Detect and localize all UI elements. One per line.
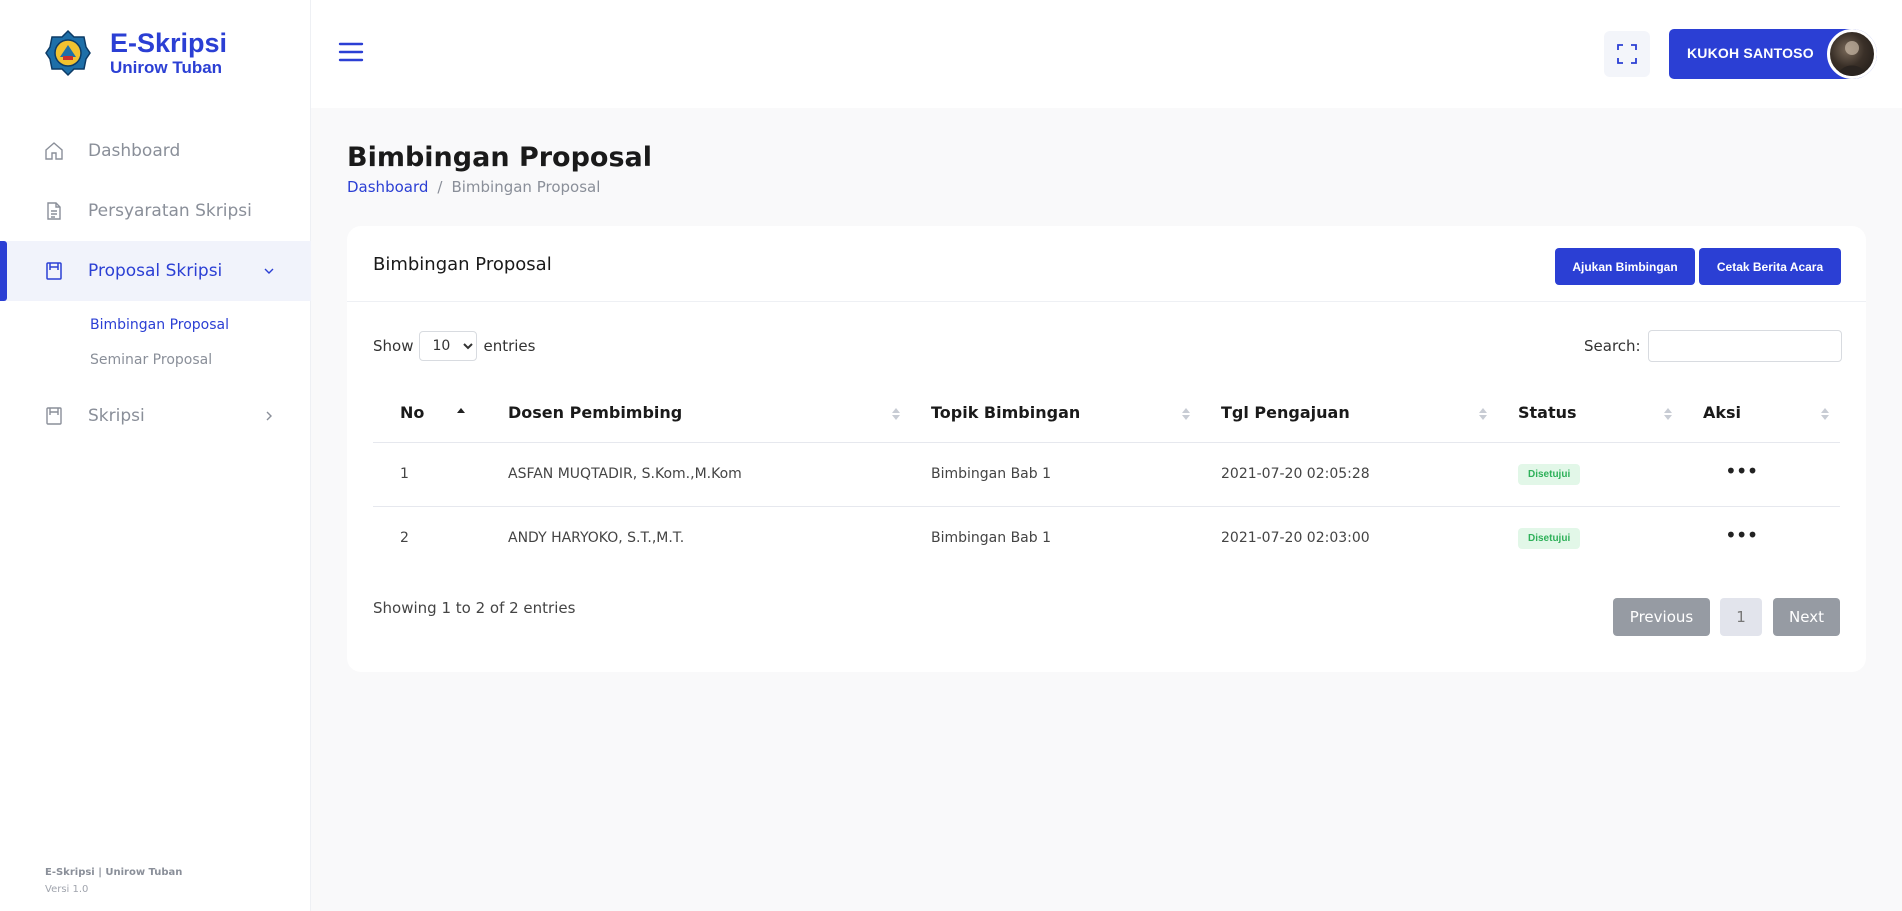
- brand-title: E-Skripsi: [110, 28, 228, 58]
- brand[interactable]: E-Skripsi Unirow Tuban: [44, 28, 227, 78]
- sidebar-item-label: Proposal Skripsi: [88, 261, 223, 281]
- column-header-tgl[interactable]: Tgl Pengajuan: [1201, 384, 1498, 443]
- sidebar-subitem-bimbingan-proposal[interactable]: Bimbingan Proposal: [90, 317, 229, 333]
- breadcrumb: Dashboard / Bimbingan Proposal: [347, 178, 600, 196]
- sidebar-item-skripsi[interactable]: Skripsi: [0, 386, 311, 446]
- fullscreen-button[interactable]: [1604, 31, 1650, 77]
- footer-version: Versi 1.0: [45, 884, 89, 895]
- page-title: Bimbingan Proposal: [347, 142, 653, 173]
- status-badge: Disetujui: [1518, 463, 1581, 485]
- brand-subtitle: Unirow Tuban: [110, 58, 223, 77]
- column-header-dosen[interactable]: Dosen Pembimbing: [488, 384, 911, 443]
- column-header-aksi[interactable]: Aksi: [1683, 384, 1840, 443]
- avatar: [1827, 29, 1877, 79]
- cell-tgl: 2021-07-20 02:03:00: [1221, 530, 1370, 547]
- footer-app-name: E-Skripsi | Unirow Tuban: [45, 867, 183, 878]
- sort-icon: [1182, 408, 1190, 420]
- column-header-label: Topik Bimbingan: [931, 403, 1081, 423]
- column-header-label: No: [400, 403, 425, 423]
- sidebar-item-label: Dashboard: [88, 141, 181, 161]
- card-header: Bimbingan Proposal Ajukan Bimbingan Ceta…: [347, 226, 1866, 302]
- column-header-label: Aksi: [1703, 403, 1742, 423]
- home-icon: [45, 142, 63, 160]
- search-label: Search:: [1584, 337, 1641, 355]
- document-icon: [47, 202, 61, 220]
- university-logo: [45, 29, 91, 77]
- user-name: KUKOH SANTOSO: [1687, 45, 1814, 61]
- breadcrumb-separator: /: [437, 178, 443, 196]
- show-label: Show: [373, 337, 414, 355]
- cell-topik: Bimbingan Bab 1: [911, 442, 1201, 507]
- chevron-right-icon: [266, 411, 272, 421]
- sidebar-subitem-seminar-proposal[interactable]: Seminar Proposal: [90, 352, 212, 368]
- cell-no: 2: [400, 530, 409, 547]
- card-title: Bimbingan Proposal: [373, 254, 552, 275]
- cetak-berita-acara-button[interactable]: Cetak Berita Acara: [1699, 248, 1841, 285]
- column-header-topik[interactable]: Topik Bimbingan: [911, 384, 1201, 443]
- table-row: 2 ANDY HARYOKO, S.T.,M.T. Bimbingan Bab …: [373, 506, 1840, 570]
- pagination-previous-button[interactable]: Previous: [1613, 598, 1710, 636]
- topbar: KUKOH SANTOSO: [311, 0, 1902, 108]
- entries-label: entries: [483, 337, 536, 355]
- sidebar-item-label: Persyaratan Skripsi: [88, 201, 252, 221]
- table-info: Showing 1 to 2 of 2 entries: [373, 599, 576, 617]
- search-control: Search:: [1584, 330, 1842, 362]
- breadcrumb-home-link[interactable]: Dashboard: [347, 178, 428, 196]
- book-icon: [46, 407, 62, 425]
- cell-no: 1: [373, 442, 488, 507]
- column-header-label: Dosen Pembimbing: [508, 403, 683, 423]
- bimbingan-table: No Dosen Pembimbing Topik Bimbingan Tgl …: [373, 384, 1840, 570]
- cell-topik: Bimbingan Bab 1: [931, 530, 1051, 547]
- fullscreen-icon: [1617, 44, 1637, 64]
- page-length-select[interactable]: 10: [419, 331, 478, 361]
- column-header-label: Status: [1518, 403, 1577, 423]
- ajukan-bimbingan-button[interactable]: Ajukan Bimbingan: [1555, 248, 1695, 285]
- cell-aksi: •••: [1683, 442, 1840, 507]
- sort-icon: [1664, 408, 1672, 420]
- pagination-next-button[interactable]: Next: [1773, 598, 1840, 636]
- breadcrumb-current: Bimbingan Proposal: [451, 178, 601, 196]
- more-actions-icon[interactable]: •••: [1725, 525, 1758, 545]
- cell-tgl: 2021-07-20 02:05:28: [1201, 442, 1498, 507]
- pagination-page-1[interactable]: 1: [1720, 598, 1762, 636]
- cell-status: Disetujui: [1498, 506, 1683, 570]
- hamburger-menu-icon[interactable]: [338, 40, 364, 64]
- sort-icon: [1479, 408, 1487, 420]
- table-header-row: No Dosen Pembimbing Topik Bimbingan Tgl …: [373, 384, 1840, 443]
- table-row: 1 ASFAN MUQTADIR, S.Kom.,M.Kom Bimbingan…: [373, 442, 1840, 507]
- sort-ascending-icon: [457, 408, 465, 413]
- book-icon: [46, 262, 62, 280]
- status-badge: Disetujui: [1518, 527, 1581, 549]
- column-header-no[interactable]: No: [373, 384, 488, 443]
- cell-aksi: •••: [1683, 506, 1840, 570]
- sidebar-item-persyaratan[interactable]: Persyaratan Skripsi: [0, 181, 311, 241]
- sidebar: E-Skripsi Unirow Tuban Dashboard Persyar…: [0, 0, 311, 911]
- column-header-label: Tgl Pengajuan: [1221, 403, 1350, 423]
- cell-dosen: ANDY HARYOKO, S.T.,M.T.: [508, 530, 685, 547]
- chevron-down-icon: [264, 268, 274, 274]
- cell-status: Disetujui: [1498, 442, 1683, 507]
- column-header-status[interactable]: Status: [1498, 384, 1683, 443]
- show-entries-control: Show 10 entries: [373, 331, 535, 361]
- more-actions-icon[interactable]: •••: [1725, 461, 1758, 481]
- cell-dosen: ASFAN MUQTADIR, S.Kom.,M.Kom: [488, 442, 911, 507]
- sidebar-item-proposal-skripsi[interactable]: Proposal Skripsi: [0, 241, 311, 301]
- sidebar-item-dashboard[interactable]: Dashboard: [0, 121, 311, 181]
- sort-icon: [892, 408, 900, 420]
- bimbingan-card: Bimbingan Proposal Ajukan Bimbingan Ceta…: [347, 226, 1866, 672]
- user-menu-button[interactable]: KUKOH SANTOSO: [1669, 29, 1877, 79]
- sidebar-item-label: Skripsi: [88, 406, 145, 426]
- sidebar-footer: E-Skripsi | Unirow Tuban Versi 1.0: [45, 867, 182, 895]
- sort-icon: [1821, 408, 1829, 420]
- search-input[interactable]: [1647, 330, 1842, 362]
